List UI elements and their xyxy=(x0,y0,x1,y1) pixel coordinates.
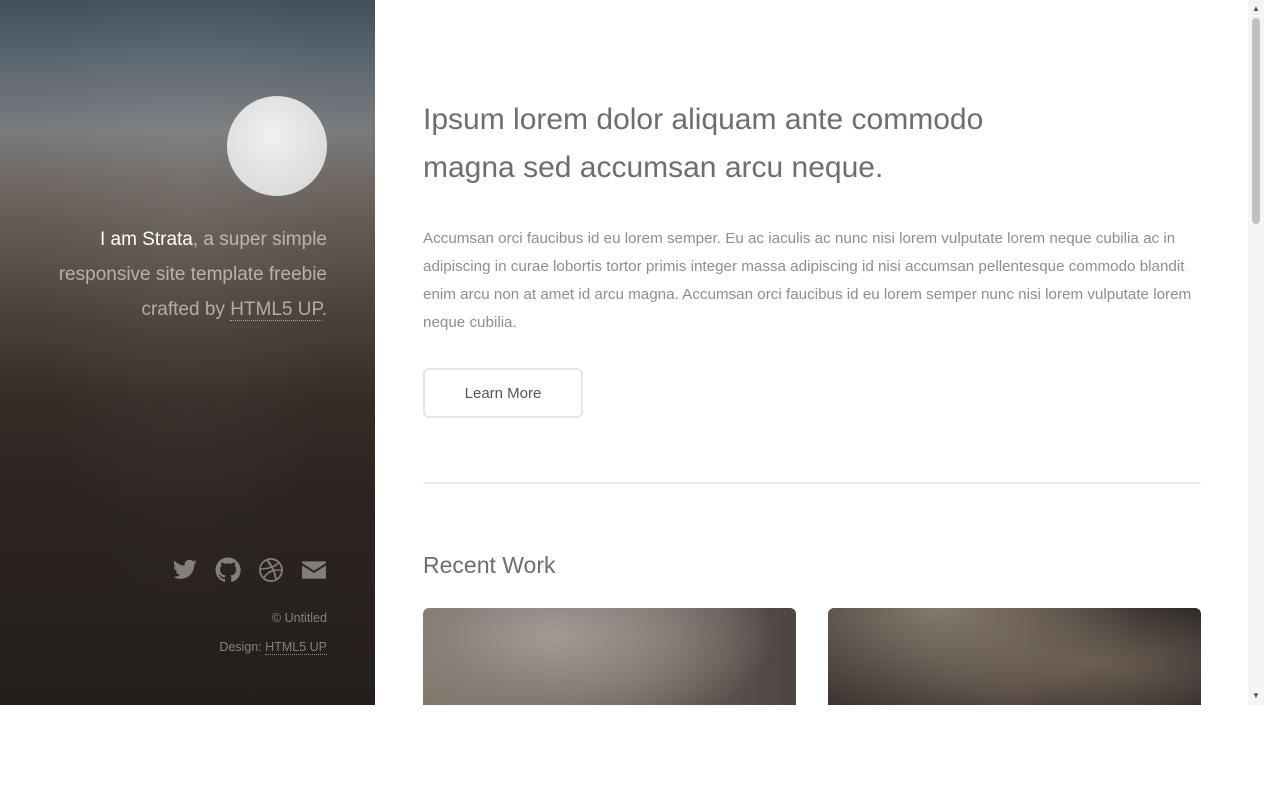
twitter-icon[interactable] xyxy=(172,557,198,583)
page-viewport: I am Strata, a super simple responsive s… xyxy=(0,0,1264,705)
work-thumbnail[interactable] xyxy=(423,608,796,705)
scroll-up-arrow-icon[interactable]: ▲ xyxy=(1248,2,1264,16)
design-link[interactable]: HTML5 UP xyxy=(265,640,327,655)
intro-paragraph: Accumsan orci faucibus id eu lorem sempe… xyxy=(423,230,1192,331)
github-icon[interactable] xyxy=(215,557,241,583)
scrollbar-thumb[interactable] xyxy=(1252,18,1260,224)
intro-period: . xyxy=(321,299,327,320)
section-divider xyxy=(423,482,1201,484)
envelope-icon[interactable] xyxy=(301,557,327,583)
copyright-text: © Untitled xyxy=(271,611,327,625)
page-headline: Ipsum lorem dolor aliquam ante commodo m… xyxy=(423,103,984,184)
header-sidebar: I am Strata, a super simple responsive s… xyxy=(0,0,375,705)
social-icons xyxy=(172,557,327,583)
scroll-down-arrow-icon[interactable]: ▼ xyxy=(1248,689,1264,703)
dribbble-icon[interactable] xyxy=(258,557,284,583)
learn-more-button[interactable]: Learn More xyxy=(423,368,583,418)
html5up-link[interactable]: HTML5 UP xyxy=(230,299,322,321)
intro-strong: I am Strata xyxy=(99,229,193,250)
avatar[interactable] xyxy=(227,96,327,196)
design-credit: Design: HTML5 UP xyxy=(219,633,327,662)
recent-work-title: Recent Work xyxy=(423,552,556,578)
design-label: Design: xyxy=(219,640,266,654)
intro-text: I am Strata, a super simple responsive s… xyxy=(27,222,327,327)
footer-copyright: © Untitled Design: HTML5 UP xyxy=(219,604,327,662)
work-thumbnail[interactable] xyxy=(828,608,1201,705)
vertical-scrollbar[interactable]: ▲ ▼ xyxy=(1248,0,1264,705)
